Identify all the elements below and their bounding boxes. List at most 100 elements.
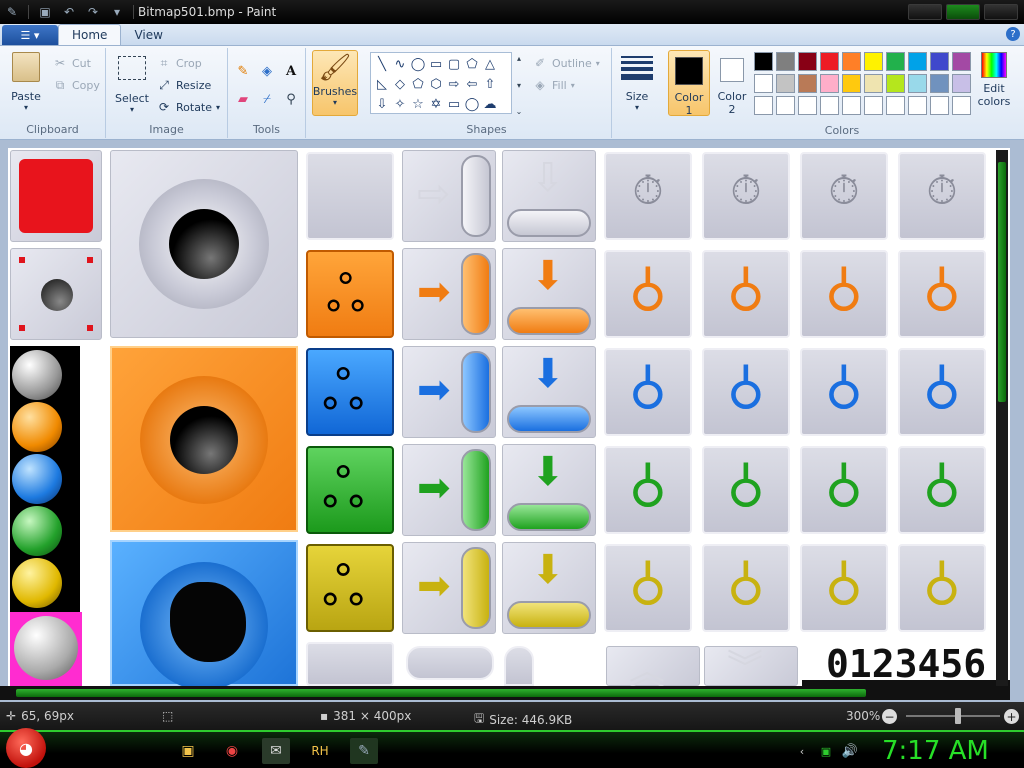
hexagon-shape-icon[interactable]: ⬡ (427, 74, 445, 94)
redo-icon[interactable]: ↷ (85, 4, 101, 20)
five-point-star-shape-icon[interactable]: ☆ (409, 94, 427, 114)
horizontal-scrollbar[interactable] (0, 686, 1010, 700)
polygon-shape-icon[interactable]: ⬠ (463, 54, 481, 74)
outline-button[interactable]: ✐ Outline ▾ (532, 54, 600, 72)
close-button[interactable] (984, 4, 1018, 20)
palette-swatch[interactable] (820, 52, 839, 71)
fill-button[interactable]: ◈ Fill ▾ (532, 76, 574, 94)
left-arrow-shape-icon[interactable]: ⇦ (463, 74, 481, 94)
color1-button[interactable]: Color 1 (668, 50, 710, 117)
line-shape-icon[interactable]: ╲ (373, 54, 391, 74)
tab-home[interactable]: Home (58, 24, 122, 45)
curve-shape-icon[interactable]: ∿ (391, 54, 409, 74)
palette-swatch[interactable] (820, 74, 839, 93)
messenger-taskbar-icon[interactable]: ✉ (262, 738, 290, 764)
fill-bucket-icon[interactable]: ◈ (256, 60, 278, 82)
palette-swatch[interactable] (952, 52, 971, 71)
oval-callout-shape-icon[interactable]: ◯ (463, 94, 481, 114)
palette-swatch[interactable] (886, 74, 905, 93)
palette-swatch[interactable] (776, 74, 795, 93)
rectangle-shape-icon[interactable]: ▭ (427, 54, 445, 74)
palette-swatch[interactable] (864, 74, 883, 93)
undo-icon[interactable]: ↶ (61, 4, 77, 20)
paint-menu-button[interactable]: ☰ ▾ (2, 25, 58, 45)
palette-swatch[interactable] (930, 52, 949, 71)
horizontal-scroll-thumb[interactable] (16, 689, 866, 697)
palette-swatch[interactable] (798, 96, 817, 115)
down-arrow-shape-icon[interactable]: ⇩ (373, 94, 391, 114)
magnifier-icon[interactable]: ⚲ (280, 88, 302, 110)
palette-swatch[interactable] (754, 96, 773, 115)
vertical-scroll-thumb[interactable] (998, 162, 1006, 402)
vertical-scrollbar[interactable] (996, 150, 1008, 686)
palette-swatch[interactable] (864, 96, 883, 115)
volume-icon[interactable]: 🔊 (836, 738, 864, 764)
palette-swatch[interactable] (864, 52, 883, 71)
diamond-shape-icon[interactable]: ◇ (391, 74, 409, 94)
explorer-taskbar-icon[interactable]: ▣ (174, 738, 202, 764)
palette-swatch[interactable] (754, 74, 773, 93)
minimize-button[interactable] (908, 4, 942, 20)
resize-button[interactable]: ⤢ Resize (156, 76, 211, 94)
color2-button[interactable]: Color 2 (712, 52, 752, 116)
palette-swatch[interactable] (930, 74, 949, 93)
four-point-star-shape-icon[interactable]: ✧ (391, 94, 409, 114)
zoom-slider[interactable] (906, 715, 1000, 717)
palette-swatch[interactable] (886, 52, 905, 71)
palette-swatch[interactable] (776, 96, 795, 115)
help-icon[interactable]: ? (1006, 27, 1020, 41)
copy-button[interactable]: ⧉ Copy (52, 76, 100, 94)
cloud-callout-shape-icon[interactable]: ☁ (481, 94, 499, 114)
shapes-gallery[interactable]: ╲ ∿ ◯ ▭ ▢ ⬠ △ ◺ ◇ ⬠ ⬡ ⇨ ⇦ ⇧ ⇩ ✧ ☆ ✡ ▭ ◯ … (370, 52, 512, 114)
cut-button[interactable]: ✂ Cut (52, 54, 91, 72)
palette-swatch[interactable] (842, 96, 861, 115)
tab-view[interactable]: View (121, 24, 175, 45)
rotate-button[interactable]: ⟳ Rotate ▾ (156, 98, 220, 116)
palette-swatch[interactable] (776, 52, 795, 71)
paint-app-icon[interactable]: ✎ (4, 4, 20, 20)
palette-swatch[interactable] (798, 52, 817, 71)
rounded-callout-shape-icon[interactable]: ▭ (445, 94, 463, 114)
zoom-in-button[interactable]: + (1004, 709, 1019, 724)
quick-access-dropdown-icon[interactable]: ▾ (109, 4, 125, 20)
palette-swatch[interactable] (842, 52, 861, 71)
size-button[interactable]: Size ▾ (616, 52, 658, 112)
zoom-slider-thumb[interactable] (955, 708, 961, 724)
right-triangle-shape-icon[interactable]: ◺ (373, 74, 391, 94)
scroll-up-icon[interactable]: ▴ (517, 54, 521, 63)
eraser-icon[interactable]: ▰ (232, 88, 254, 110)
text-tool-icon[interactable]: A (280, 60, 302, 82)
pencil-icon[interactable]: ✎ (232, 60, 254, 82)
palette-swatch[interactable] (930, 96, 949, 115)
palette-swatch[interactable] (798, 74, 817, 93)
palette-swatch[interactable] (908, 96, 927, 115)
chrome-taskbar-icon[interactable]: ◉ (218, 738, 246, 764)
paste-button[interactable]: Paste ▾ (6, 52, 46, 112)
brushes-button[interactable]: 🖌 Brushes ▾ (312, 50, 358, 116)
palette-swatch[interactable] (886, 96, 905, 115)
maximize-button[interactable] (946, 4, 980, 20)
pentagon-shape-icon[interactable]: ⬠ (409, 74, 427, 94)
palette-swatch[interactable] (820, 96, 839, 115)
rh-taskbar-button[interactable]: RH (306, 738, 334, 764)
expand-gallery-icon[interactable]: ⌄ (516, 107, 523, 116)
palette-swatch[interactable] (952, 96, 971, 115)
palette-swatch[interactable] (842, 74, 861, 93)
drawing-canvas[interactable]: ஃ ஃ ஃ ஃ ⇨ ➡ ➡ ➡ ➡ ⇩ ⬇ ⬇ ⬇ ⬇ ︽ ︾ 0123456 … (8, 148, 1010, 686)
rounded-rectangle-shape-icon[interactable]: ▢ (445, 54, 463, 74)
paint-taskbar-icon[interactable]: ✎ (350, 738, 378, 764)
palette-swatch[interactable] (908, 52, 927, 71)
palette-swatch[interactable] (952, 74, 971, 93)
save-icon[interactable]: ▣ (37, 4, 53, 20)
zoom-out-button[interactable]: − (882, 709, 897, 724)
edit-colors-button[interactable]: Edit colors (976, 52, 1012, 108)
palette-swatch[interactable] (908, 74, 927, 93)
right-arrow-shape-icon[interactable]: ⇨ (445, 74, 463, 94)
six-point-star-shape-icon[interactable]: ✡ (427, 94, 445, 114)
up-arrow-shape-icon[interactable]: ⇧ (481, 74, 499, 94)
shapes-scroll[interactable]: ▴ ▾ ⌄ (514, 54, 524, 116)
triangle-shape-icon[interactable]: △ (481, 54, 499, 74)
scroll-down-icon[interactable]: ▾ (517, 81, 521, 90)
taskbar-clock[interactable]: 7:17 AM (882, 736, 989, 766)
color-picker-icon[interactable]: ⌿ (256, 88, 278, 110)
